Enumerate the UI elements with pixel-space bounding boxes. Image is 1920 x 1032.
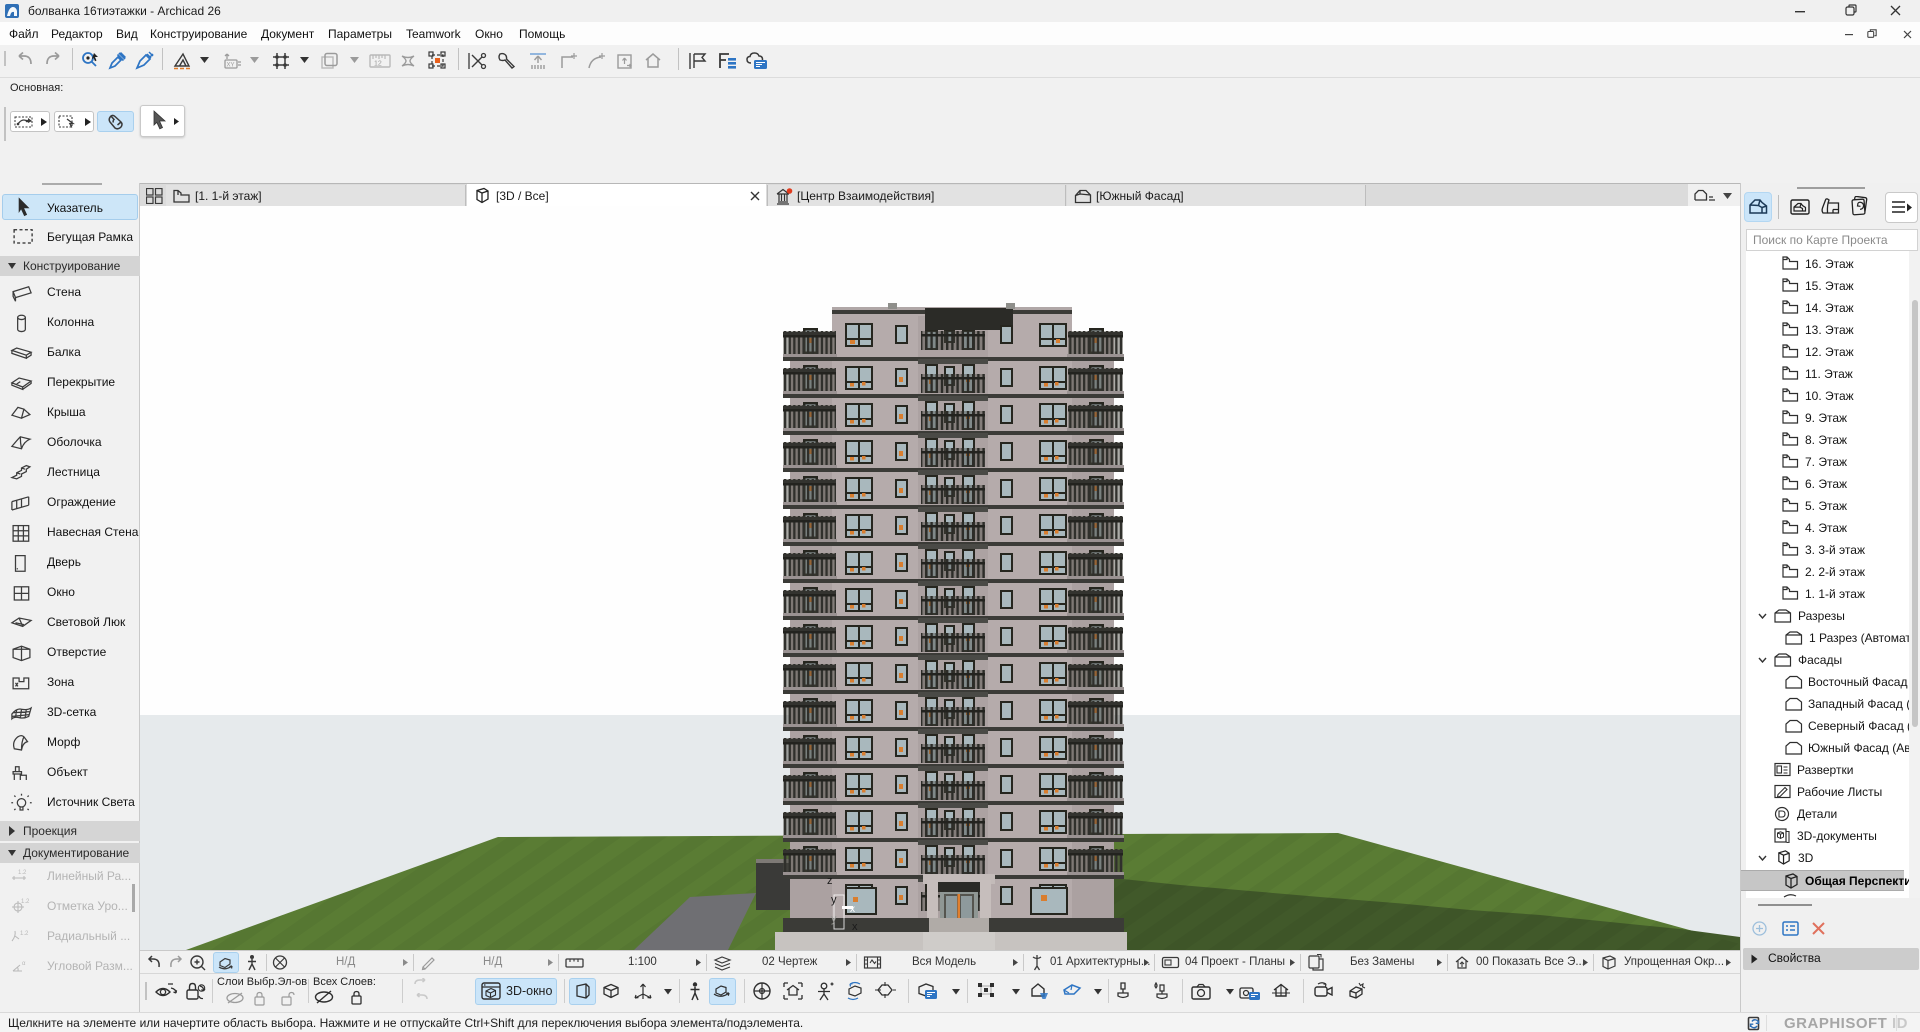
svg-text:1.2: 1.2	[21, 899, 30, 905]
svg-text:1.2: 1.2	[20, 931, 29, 937]
svg-text:y: y	[831, 913, 837, 925]
svg-text:12: 12	[374, 61, 382, 68]
svg-text:XY: XY	[227, 63, 235, 69]
svg-text:x: x	[852, 921, 858, 933]
svg-text:z: z	[827, 875, 833, 887]
svg-text:α: α	[22, 961, 26, 967]
svg-text:1.2: 1.2	[18, 870, 27, 876]
svg-text:y: y	[831, 894, 837, 906]
svg-text:x: x	[850, 904, 855, 915]
